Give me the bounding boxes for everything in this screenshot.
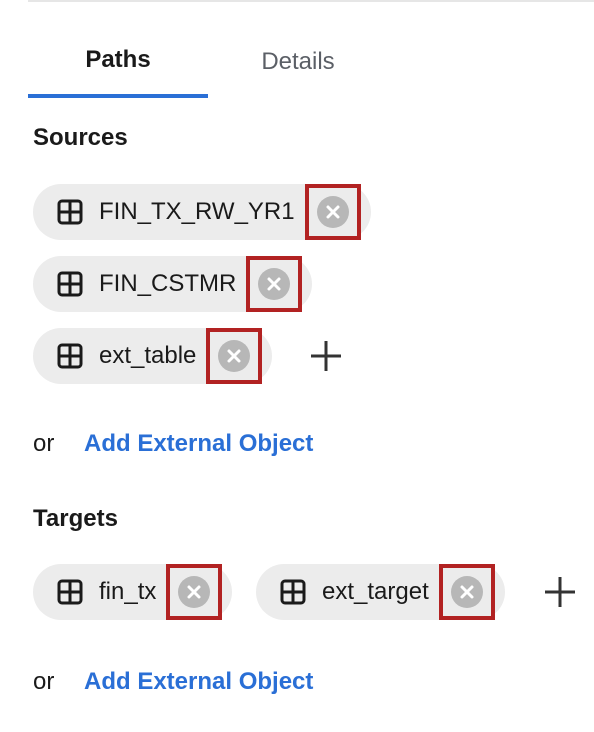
- targets-or-line: or Add External Object: [33, 668, 313, 696]
- target-chip-label: fin_tx: [99, 578, 157, 605]
- target-chip: ext_target: [256, 564, 505, 620]
- plus-icon: [311, 341, 341, 371]
- close-icon: [227, 349, 241, 363]
- plus-icon: [545, 577, 575, 607]
- source-chip-label: ext_table: [99, 342, 197, 369]
- tab-paths[interactable]: Paths: [28, 18, 208, 98]
- sources-or-line: or Add External Object: [33, 430, 313, 458]
- add-external-object-link[interactable]: Add External Object: [84, 668, 313, 696]
- source-chip: ext_table: [33, 328, 273, 384]
- table-icon: [280, 579, 306, 605]
- close-icon: [267, 277, 281, 291]
- source-chip-label: FIN_TX_RW_YR1: [99, 198, 295, 225]
- sources-heading: Sources: [33, 124, 128, 151]
- source-chip: FIN_CSTMR: [33, 256, 313, 312]
- tab-bar: Paths Details: [28, 18, 594, 98]
- target-chip: fin_tx: [33, 564, 233, 620]
- top-divider: [28, 0, 594, 2]
- table-icon: [57, 343, 83, 369]
- add-target-button[interactable]: [540, 572, 580, 612]
- or-text: or: [33, 668, 55, 695]
- or-text: or: [33, 430, 55, 457]
- paths-panel: Paths Details Sources FIN_TX_RW_YR1 FIN_…: [0, 0, 594, 732]
- table-icon: [57, 579, 83, 605]
- source-chip-label: FIN_CSTMR: [99, 270, 237, 297]
- table-icon: [57, 199, 83, 225]
- table-icon: [57, 271, 83, 297]
- remove-source-button[interactable]: [316, 196, 349, 228]
- close-icon: [187, 585, 201, 599]
- close-icon: [460, 585, 474, 599]
- tab-details[interactable]: Details: [208, 18, 388, 98]
- targets-heading: Targets: [33, 505, 118, 532]
- remove-target-button[interactable]: [450, 576, 483, 608]
- target-chip-label: ext_target: [322, 578, 429, 605]
- close-icon: [326, 205, 340, 219]
- add-external-object-link[interactable]: Add External Object: [84, 430, 313, 458]
- add-source-button[interactable]: [306, 336, 346, 376]
- source-chip: FIN_TX_RW_YR1: [33, 184, 371, 240]
